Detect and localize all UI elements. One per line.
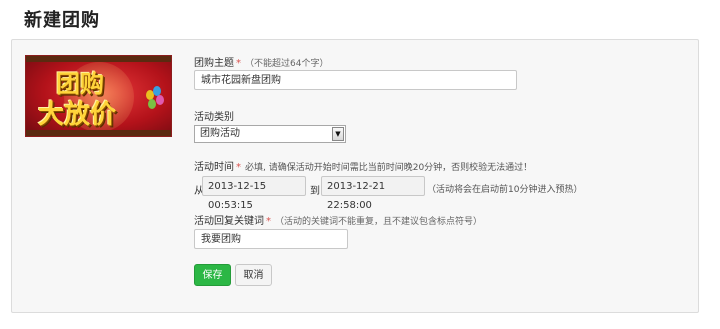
time-note: （活动将会在启动前10分钟进入预热） [427, 185, 583, 195]
category-select[interactable]: 团购活动 ▼ [194, 125, 346, 143]
category-label: 活动类别 [194, 112, 234, 123]
time-label-row: 活动时间 * 必填, 请确保活动开始时间需比当前时间晚20分钟，否则校验无法通过！ [194, 158, 532, 173]
start-time-input[interactable]: 2013-12-15 00:53:15 [202, 176, 306, 211]
banner-bottom-stripe [26, 130, 171, 136]
time-label: 活动时间 [194, 162, 234, 173]
keyword-label-row: 活动回复关键词 * （活动的关键词不能重复，且不建议包含标点符号） [194, 212, 482, 227]
end-time-input[interactable]: 2013-12-21 22:58:00 [321, 176, 425, 211]
required-mark: * [236, 162, 241, 173]
keyword-input[interactable]: 我要团购 [194, 229, 348, 249]
subject-input[interactable]: 城市花园新盘团购 [194, 70, 517, 90]
required-mark: * [236, 58, 241, 69]
subject-hint: （不能超过64个字） [245, 59, 329, 69]
time-hint: 必填, 请确保活动开始时间需比当前时间晚20分钟，否则校验无法通过！ [245, 163, 533, 173]
required-mark: * [266, 216, 271, 227]
keyword-label: 活动回复关键词 [194, 216, 264, 227]
page-title: 新建团购 [24, 10, 100, 31]
category-selected-value: 团购活动 [200, 128, 240, 139]
keyword-hint: （活动的关键词不能重复，且不建议包含标点符号） [275, 217, 483, 227]
to-label: 到 [310, 186, 320, 197]
balloons-icon [144, 86, 166, 116]
dropdown-arrow-icon[interactable]: ▼ [332, 127, 344, 141]
banner-text-line2: 大放价 [38, 100, 117, 130]
form-panel: 团购 大放价 团购主题 * （不能超过64个字） 城市花园新盘团购 活动类别 团购活… [11, 39, 699, 313]
cancel-button[interactable]: 取消 [235, 264, 272, 286]
subject-label: 团购主题 [194, 58, 234, 69]
group-buy-banner-image: 团购 大放价 [25, 55, 172, 137]
save-button[interactable]: 保存 [194, 264, 231, 286]
subject-label-row: 团购主题 * （不能超过64个字） [194, 54, 328, 69]
